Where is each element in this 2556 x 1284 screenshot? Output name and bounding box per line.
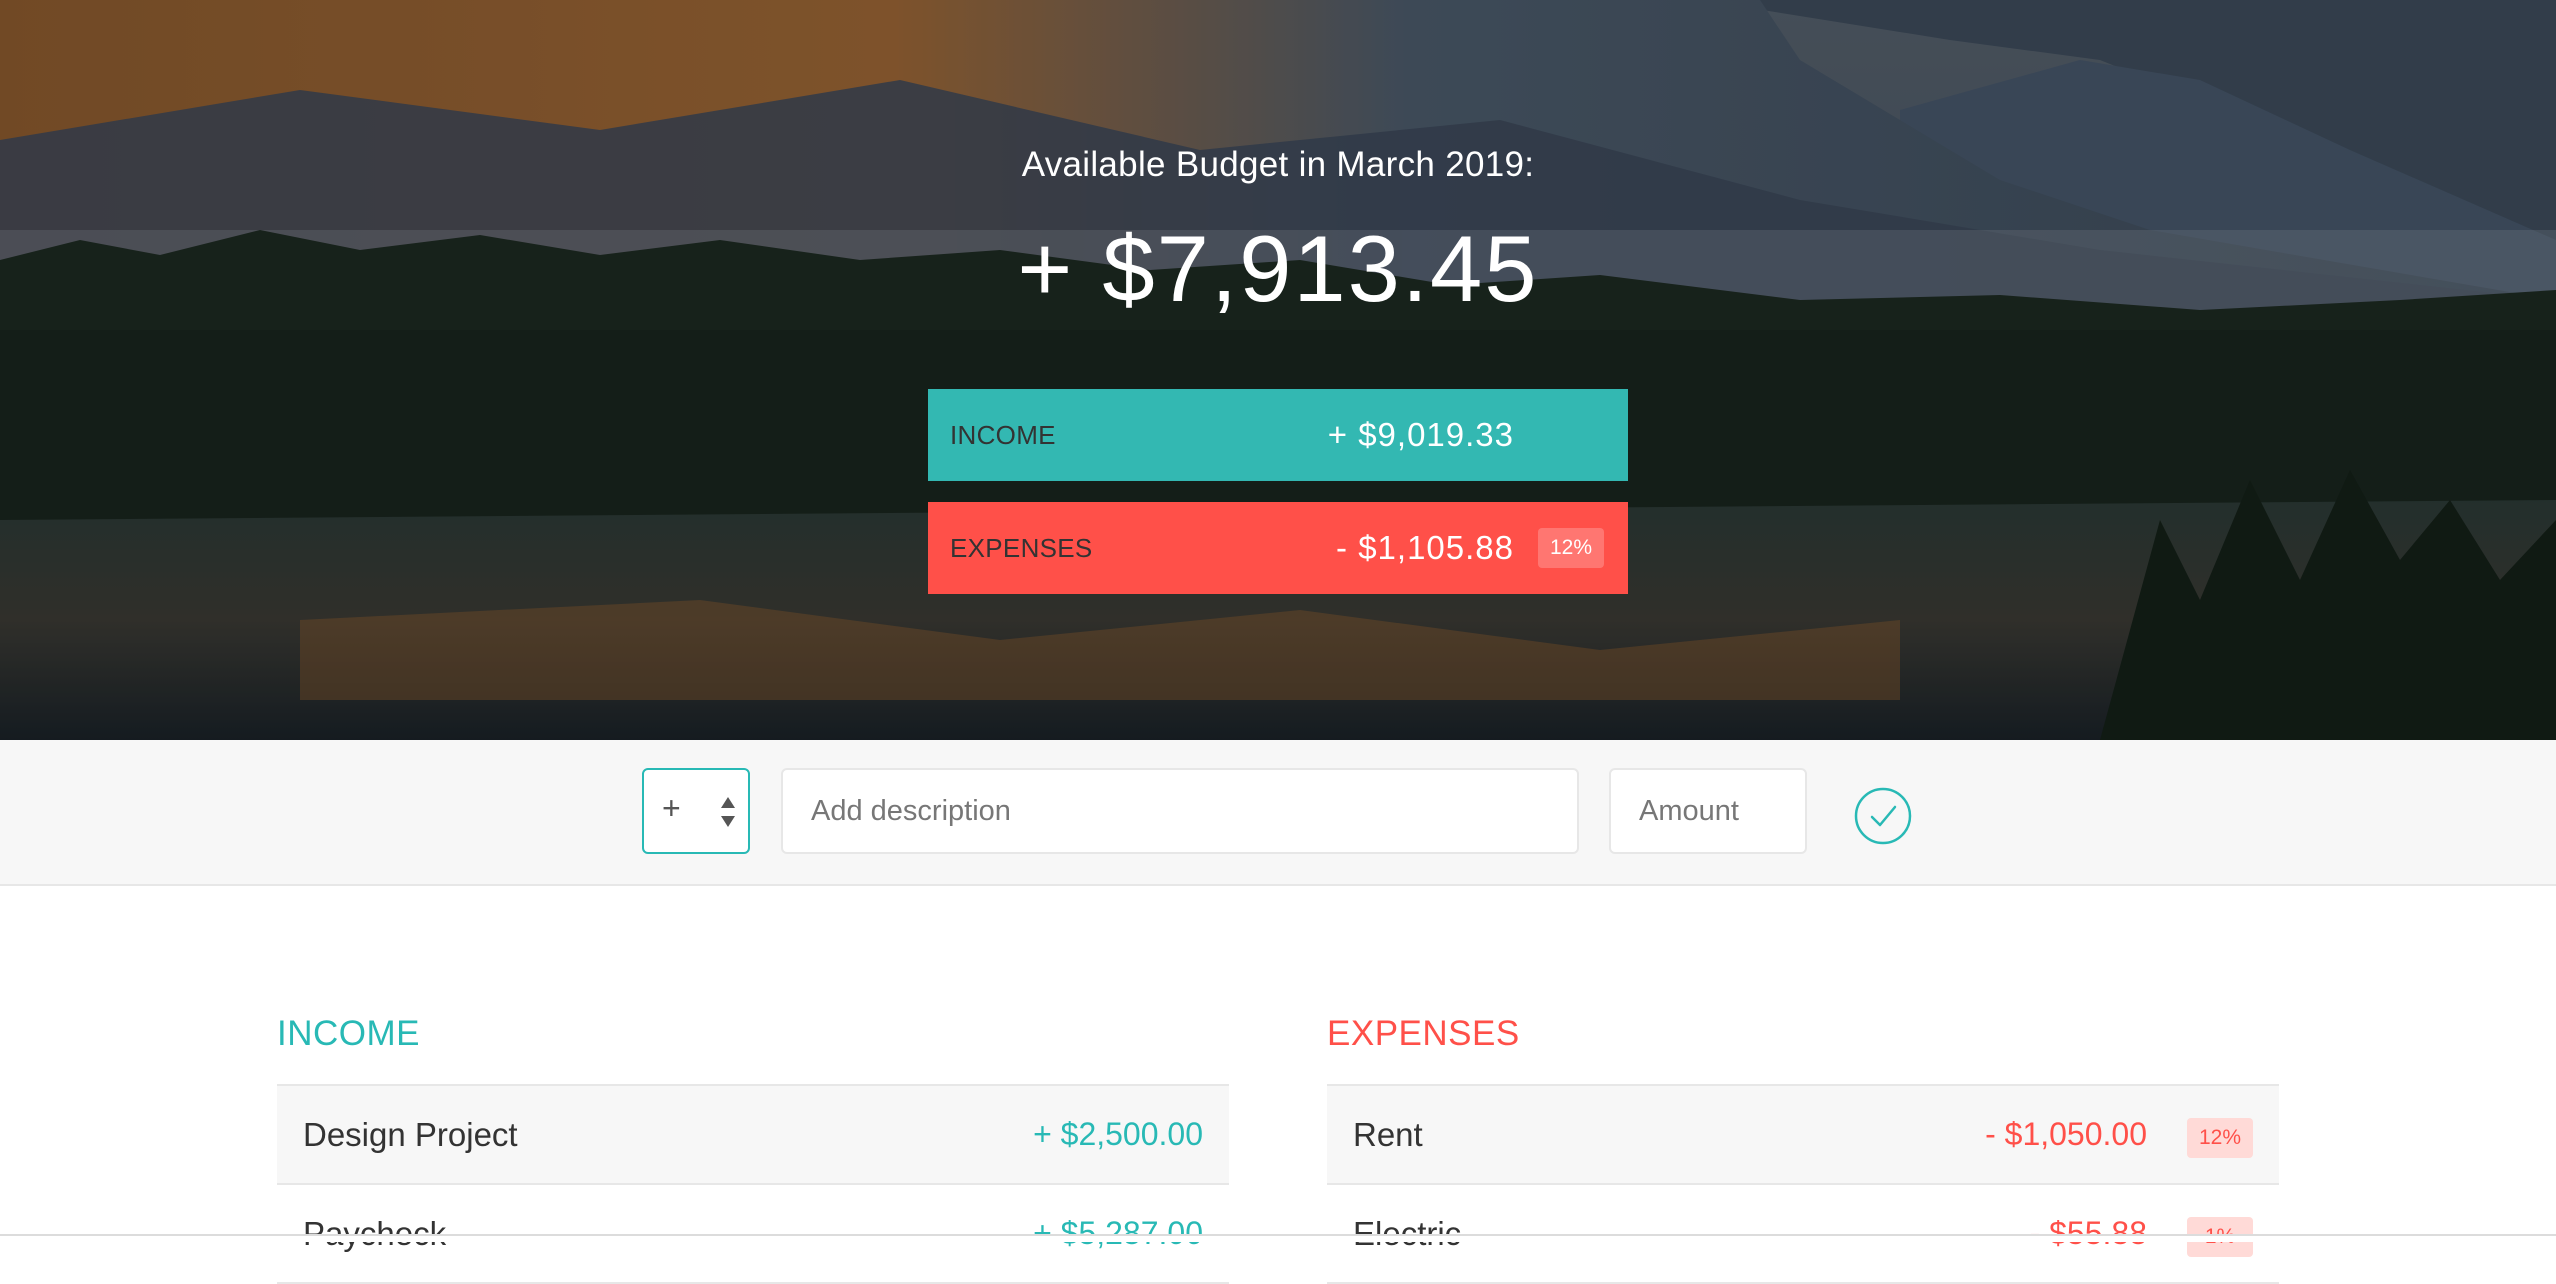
income-list: Income Design Project + $2,500.00 Payche… (277, 1005, 1229, 1284)
income-item-description: Design Project (303, 1115, 518, 1153)
expenses-summary-label: Expenses (950, 532, 1093, 563)
expenses-summary: Expenses - $1,105.88 12% (928, 502, 1628, 594)
expenses-summary-value: - $1,105.88 (1336, 529, 1514, 566)
select-arrows-icon (721, 797, 735, 827)
budget-header: Available Budget in March 2019: + $7,913… (0, 0, 2556, 740)
expense-item[interactable]: Rent - $1,050.00 12% (1327, 1086, 2279, 1185)
expenses-percentage-badge: 12% (1538, 528, 1604, 568)
expense-percentage-badge: 12% (2187, 1118, 2253, 1158)
mountain-lake-background-image (0, 0, 2556, 740)
type-select[interactable]: + (642, 768, 750, 854)
income-summary-label: Income (950, 419, 1056, 450)
income-list-title: Income (277, 1005, 1229, 1086)
available-budget-value: + $7,913.45 (1017, 216, 1539, 321)
checkmark-circle-icon[interactable] (1854, 787, 1912, 845)
description-input[interactable] (781, 768, 1579, 854)
income-item[interactable]: Design Project + $2,500.00 (277, 1086, 1229, 1185)
budget-title: Available Budget in March 2019: (1021, 145, 1535, 184)
amount-input[interactable] (1609, 768, 1807, 854)
expense-item-value: - $1,050.00 (1985, 1116, 2147, 1152)
income-summary: Income + $9,019.33 (928, 389, 1628, 481)
expenses-list-title: Expenses (1327, 1005, 2279, 1086)
income-item-value: + $2,500.00 (1033, 1116, 1203, 1152)
income-summary-value: + $9,019.33 (1327, 416, 1514, 453)
add-item-bar: + (0, 740, 2556, 886)
type-select-value: + (662, 790, 681, 826)
viewport-bottom-edge (0, 1234, 2556, 1242)
expense-item-description: Rent (1353, 1115, 1423, 1153)
expenses-list: Expenses Rent - $1,050.00 12% Electric -… (1327, 1005, 2279, 1284)
